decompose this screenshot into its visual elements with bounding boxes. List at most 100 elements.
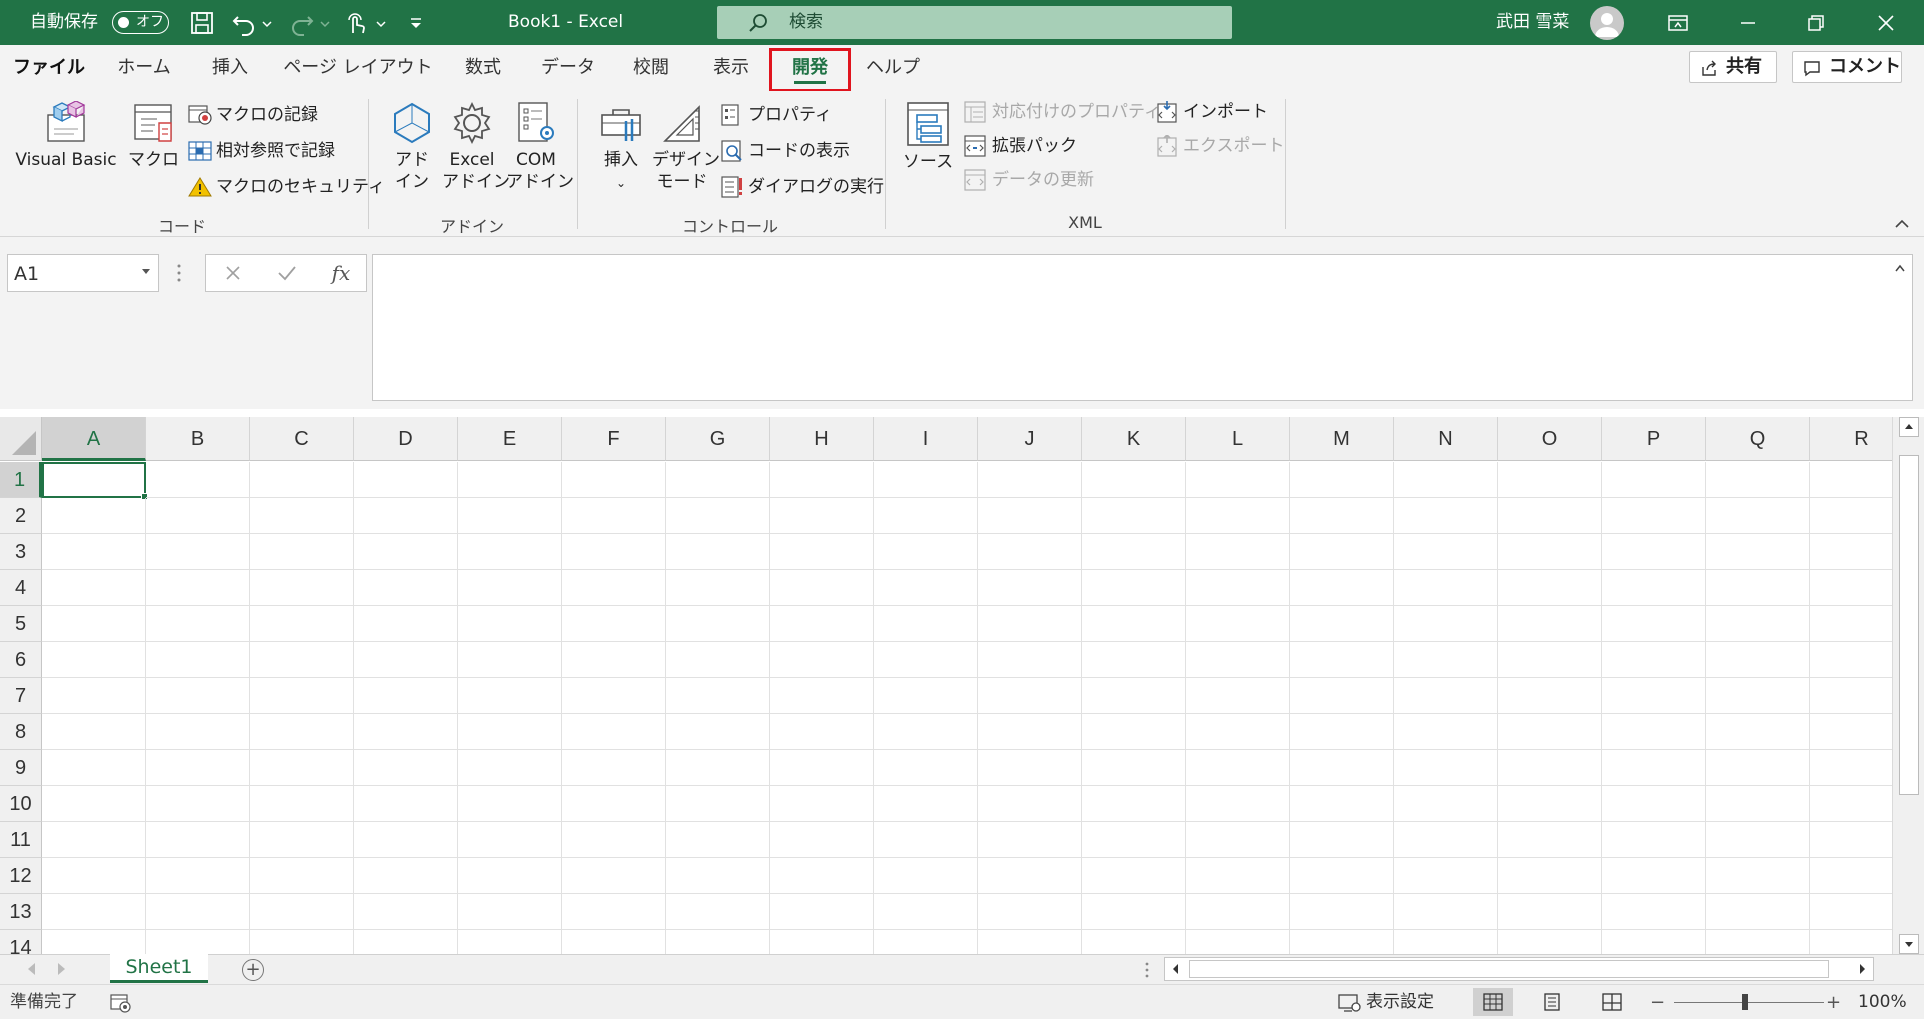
- cell-h4[interactable]: [770, 570, 874, 606]
- cell-k5[interactable]: [1082, 606, 1186, 642]
- tab-insert[interactable]: 挿入: [200, 45, 260, 91]
- cell-q2[interactable]: [1706, 498, 1810, 534]
- cell-n9[interactable]: [1394, 750, 1498, 786]
- cell-f8[interactable]: [562, 714, 666, 750]
- cell-b8[interactable]: [146, 714, 250, 750]
- arrow-left-icon[interactable]: [1168, 961, 1184, 977]
- cell-i4[interactable]: [874, 570, 978, 606]
- cell-q6[interactable]: [1706, 642, 1810, 678]
- cell-n3[interactable]: [1394, 534, 1498, 570]
- cell-k7[interactable]: [1082, 678, 1186, 714]
- cell-b11[interactable]: [146, 822, 250, 858]
- cell-p7[interactable]: [1602, 678, 1706, 714]
- cell-i12[interactable]: [874, 858, 978, 894]
- tab-page-layout[interactable]: ページ レイアウト: [280, 45, 436, 91]
- cell-area[interactable]: [42, 462, 1914, 954]
- cell-i5[interactable]: [874, 606, 978, 642]
- design-mode-button[interactable]: デザイン モード: [652, 101, 720, 193]
- cell-g10[interactable]: [666, 786, 770, 822]
- tab-view[interactable]: 表示: [700, 45, 762, 91]
- cell-a9[interactable]: [42, 750, 146, 786]
- cell-p10[interactable]: [1602, 786, 1706, 822]
- row-header-7[interactable]: 7: [0, 678, 42, 714]
- cell-g11[interactable]: [666, 822, 770, 858]
- cell-o7[interactable]: [1498, 678, 1602, 714]
- cell-d12[interactable]: [354, 858, 458, 894]
- comment-button[interactable]: コメント: [1792, 51, 1902, 83]
- visual-basic-button[interactable]: Visual Basic: [12, 101, 120, 171]
- row-header-4[interactable]: 4: [0, 570, 42, 606]
- cell-e7[interactable]: [458, 678, 562, 714]
- cell-d10[interactable]: [354, 786, 458, 822]
- cell-i2[interactable]: [874, 498, 978, 534]
- cell-n1[interactable]: [1394, 462, 1498, 498]
- cell-n6[interactable]: [1394, 642, 1498, 678]
- column-header-q[interactable]: Q: [1706, 417, 1810, 461]
- page-layout-view-button[interactable]: [1532, 988, 1572, 1016]
- cell-o5[interactable]: [1498, 606, 1602, 642]
- cell-d11[interactable]: [354, 822, 458, 858]
- cell-b1[interactable]: [146, 462, 250, 498]
- zoom-out-button[interactable]: −: [1650, 985, 1665, 1019]
- cell-k4[interactable]: [1082, 570, 1186, 606]
- cell-d7[interactable]: [354, 678, 458, 714]
- cell-q10[interactable]: [1706, 786, 1810, 822]
- excel-addins-button[interactable]: Excel アドイン: [442, 101, 510, 193]
- cell-o6[interactable]: [1498, 642, 1602, 678]
- cell-p8[interactable]: [1602, 714, 1706, 750]
- cell-f11[interactable]: [562, 822, 666, 858]
- row-header-13[interactable]: 13: [0, 894, 42, 930]
- cell-e8[interactable]: [458, 714, 562, 750]
- cell-a6[interactable]: [42, 642, 146, 678]
- next-sheet-icon[interactable]: [58, 963, 65, 975]
- cell-q1[interactable]: [1706, 462, 1810, 498]
- cell-k14[interactable]: [1082, 930, 1186, 954]
- cell-l10[interactable]: [1186, 786, 1290, 822]
- share-button[interactable]: 共有: [1689, 51, 1777, 83]
- cell-d13[interactable]: [354, 894, 458, 930]
- cell-c1[interactable]: [250, 462, 354, 498]
- cell-k8[interactable]: [1082, 714, 1186, 750]
- cell-q12[interactable]: [1706, 858, 1810, 894]
- cell-o4[interactable]: [1498, 570, 1602, 606]
- cell-h12[interactable]: [770, 858, 874, 894]
- cell-p4[interactable]: [1602, 570, 1706, 606]
- macro-security-button[interactable]: マクロのセキュリティ: [188, 173, 385, 201]
- cell-n7[interactable]: [1394, 678, 1498, 714]
- cell-h1[interactable]: [770, 462, 874, 498]
- cell-j3[interactable]: [978, 534, 1082, 570]
- cell-n5[interactable]: [1394, 606, 1498, 642]
- cell-j14[interactable]: [978, 930, 1082, 954]
- cell-d6[interactable]: [354, 642, 458, 678]
- cell-p14[interactable]: [1602, 930, 1706, 954]
- column-header-e[interactable]: E: [458, 417, 562, 461]
- cell-f13[interactable]: [562, 894, 666, 930]
- cell-c5[interactable]: [250, 606, 354, 642]
- cell-o13[interactable]: [1498, 894, 1602, 930]
- cell-o14[interactable]: [1498, 930, 1602, 954]
- cell-g8[interactable]: [666, 714, 770, 750]
- prev-sheet-icon[interactable]: [28, 963, 35, 975]
- cell-j7[interactable]: [978, 678, 1082, 714]
- cell-m13[interactable]: [1290, 894, 1394, 930]
- cell-o10[interactable]: [1498, 786, 1602, 822]
- minimize-button[interactable]: [1720, 0, 1776, 45]
- cell-i14[interactable]: [874, 930, 978, 954]
- cell-q8[interactable]: [1706, 714, 1810, 750]
- cell-p2[interactable]: [1602, 498, 1706, 534]
- cell-f4[interactable]: [562, 570, 666, 606]
- cell-b7[interactable]: [146, 678, 250, 714]
- cell-e1[interactable]: [458, 462, 562, 498]
- cell-f2[interactable]: [562, 498, 666, 534]
- cell-i11[interactable]: [874, 822, 978, 858]
- cell-m4[interactable]: [1290, 570, 1394, 606]
- cell-n8[interactable]: [1394, 714, 1498, 750]
- select-all-button[interactable]: [0, 417, 42, 461]
- cell-c14[interactable]: [250, 930, 354, 954]
- cell-e3[interactable]: [458, 534, 562, 570]
- cell-g13[interactable]: [666, 894, 770, 930]
- cell-h8[interactable]: [770, 714, 874, 750]
- cell-c10[interactable]: [250, 786, 354, 822]
- ribbon-display-options-button[interactable]: [1650, 0, 1706, 45]
- cell-d1[interactable]: [354, 462, 458, 498]
